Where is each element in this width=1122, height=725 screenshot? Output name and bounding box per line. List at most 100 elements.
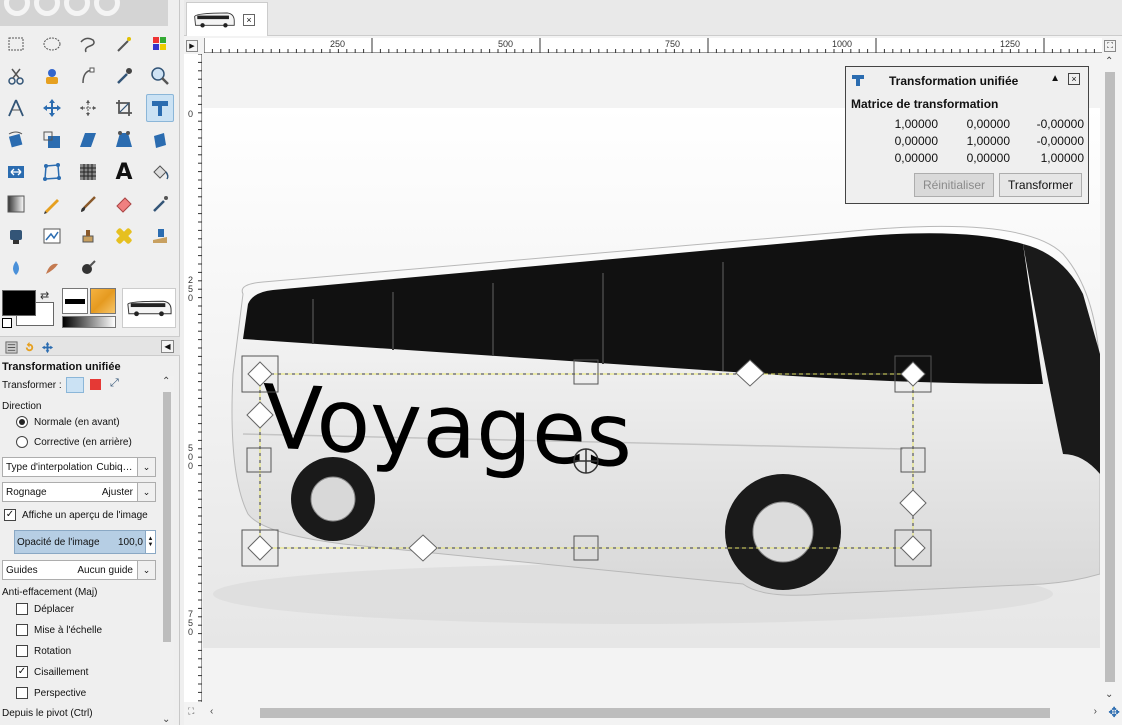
navigate-icon[interactable]: ✥: [1108, 704, 1120, 721]
interpolation-select[interactable]: Type d'interpolation Cubiq… ⌄: [2, 457, 156, 477]
brush-preview[interactable]: [62, 288, 88, 314]
rect-select-icon[interactable]: [2, 30, 30, 58]
dock-menu-icon[interactable]: ◀: [161, 340, 174, 353]
3d-transform-icon[interactable]: [146, 126, 174, 154]
undo-history-tab-icon[interactable]: [21, 339, 37, 355]
horizontal-scrollbar[interactable]: ‹ ›: [204, 704, 1101, 722]
scale-icon[interactable]: [38, 126, 66, 154]
constraint-move-checkbox[interactable]: Déplacer: [16, 603, 74, 615]
pencil-icon[interactable]: [38, 190, 66, 218]
show-preview-label: Affiche un aperçu de l'image: [22, 509, 148, 521]
airbrush-icon[interactable]: [146, 190, 174, 218]
transform-selection-icon[interactable]: [90, 379, 101, 390]
transform-layer-icon[interactable]: [66, 377, 84, 393]
unified-transform-icon[interactable]: [146, 94, 174, 122]
zoom-icon[interactable]: [146, 62, 174, 90]
toolbox: A ⇄ ◀ Transformation unifiée Transformer…: [0, 0, 180, 725]
vertical-scrollbar[interactable]: ⌃ ⌄: [1101, 54, 1119, 702]
opacity-spin-buttons[interactable]: ▲ ▼: [145, 531, 155, 553]
swap-colors-icon[interactable]: ⇄: [40, 289, 49, 302]
clone-icon[interactable]: [74, 222, 102, 250]
matrix-cell: 1,00000: [1040, 151, 1084, 165]
zoom-image-icon[interactable]: ⛶: [1104, 40, 1116, 52]
transform-path-icon[interactable]: ⤢: [110, 377, 119, 390]
flip-icon[interactable]: [2, 158, 30, 186]
smudge-icon[interactable]: [38, 254, 66, 282]
warp-transform-icon[interactable]: [74, 158, 102, 186]
foreground-select-icon[interactable]: [38, 62, 66, 90]
blur-icon[interactable]: [2, 254, 30, 282]
color-select-icon[interactable]: [146, 30, 174, 58]
matrix-cell: 1,00000: [966, 134, 1010, 148]
collapse-icon[interactable]: ▲: [1050, 73, 1060, 84]
fuzzy-select-icon[interactable]: [110, 30, 138, 58]
clipping-select[interactable]: Rognage Ajuster ⌄: [2, 482, 156, 502]
ruler-label-500: 500: [498, 39, 514, 49]
guides-label: Guides: [6, 564, 38, 576]
tool-options-tab-icon[interactable]: [3, 339, 19, 355]
dodge-burn-icon[interactable]: [74, 254, 102, 282]
close-tab-icon[interactable]: ×: [243, 13, 255, 26]
align-icon[interactable]: [74, 94, 102, 122]
rotate-icon[interactable]: [2, 126, 30, 154]
image-tab[interactable]: ×: [186, 2, 268, 36]
reset-colors-icon[interactable]: [2, 318, 12, 328]
heal-icon[interactable]: [110, 222, 138, 250]
vertical-ruler: 0 2 5 0 5 0 0 7 5 0: [184, 54, 202, 702]
color-picker-icon[interactable]: [110, 62, 138, 90]
tool-options-scrollbar[interactable]: ⌃ ⌄: [160, 376, 174, 725]
shear-icon[interactable]: [74, 126, 102, 154]
direction-forward-radio[interactable]: Normale (en avant): [16, 416, 120, 428]
perspective-icon[interactable]: [110, 126, 138, 154]
quick-mask-icon[interactable]: ⛶: [188, 706, 194, 717]
move-icon[interactable]: [38, 94, 66, 122]
eraser-icon[interactable]: [110, 190, 138, 218]
quick-mask-toggle[interactable]: ▶: [186, 40, 198, 52]
foreground-color-swatch[interactable]: [2, 290, 36, 316]
gradient-preview[interactable]: [62, 316, 116, 328]
matrix-cell: -0,00000: [1036, 117, 1084, 131]
ellipse-select-icon[interactable]: [38, 30, 66, 58]
constraint-shear-checkbox[interactable]: ✓ Cisaillement: [16, 666, 88, 678]
dock-tabs: ◀: [0, 336, 180, 356]
mypaint-brush-icon[interactable]: [38, 222, 66, 250]
direction-backward-radio[interactable]: Corrective (en arrière): [16, 436, 132, 448]
close-icon[interactable]: ×: [1068, 73, 1080, 85]
measure-icon[interactable]: [2, 94, 30, 122]
constraint-scale-checkbox[interactable]: Mise à l'échelle: [16, 624, 102, 636]
transform-button[interactable]: Transformer: [999, 173, 1082, 197]
paintbrush-icon[interactable]: [74, 190, 102, 218]
ruler-label-250: 250: [330, 39, 346, 49]
paths-icon[interactable]: [74, 62, 102, 90]
image-opacity-label: Opacité de l'image: [17, 536, 100, 548]
pointer-tab-icon[interactable]: [39, 339, 55, 355]
pattern-preview[interactable]: [90, 288, 116, 314]
active-image-thumbnail[interactable]: [122, 288, 176, 328]
perspective-clone-icon[interactable]: [146, 222, 174, 250]
crop-icon[interactable]: [110, 94, 138, 122]
constraint-perspective-checkbox[interactable]: Perspective: [16, 687, 86, 699]
free-select-icon[interactable]: [74, 30, 102, 58]
text-tool-glyph: A: [115, 159, 133, 185]
chevron-down-icon: ⌄: [137, 483, 155, 501]
ink-icon[interactable]: [2, 222, 30, 250]
horizontal-ruler: 250 500 750 1000 1250: [204, 38, 1102, 53]
gradient-icon[interactable]: [2, 190, 30, 218]
reset-button[interactable]: Réinitialiser: [914, 173, 994, 197]
tool-options-title: Transformation unifiée: [2, 361, 121, 373]
matrix-cell: 0,00000: [894, 151, 938, 165]
image-opacity-slider[interactable]: Opacité de l'image 100,0 ▲ ▼: [14, 530, 156, 554]
scissors-select-icon[interactable]: [2, 62, 30, 90]
direction-label: Direction: [2, 401, 42, 412]
image-tab-bar: ×: [184, 0, 1122, 36]
constraint-rotate-checkbox[interactable]: Rotation: [16, 645, 71, 657]
bucket-fill-icon[interactable]: [146, 158, 174, 186]
matrix-cell: 0,00000: [966, 151, 1010, 165]
matrix-row: 0,00000 0,00000 1,00000: [882, 151, 1086, 168]
constraint-shear-label: Cisaillement: [34, 666, 89, 678]
show-preview-checkbox[interactable]: ✓ Affiche un aperçu de l'image: [4, 509, 148, 521]
text-icon[interactable]: A: [110, 158, 138, 186]
cage-transform-icon[interactable]: [38, 158, 66, 186]
clipping-label: Rognage: [6, 486, 47, 498]
guides-select[interactable]: Guides Aucun guide ⌄: [2, 560, 156, 580]
